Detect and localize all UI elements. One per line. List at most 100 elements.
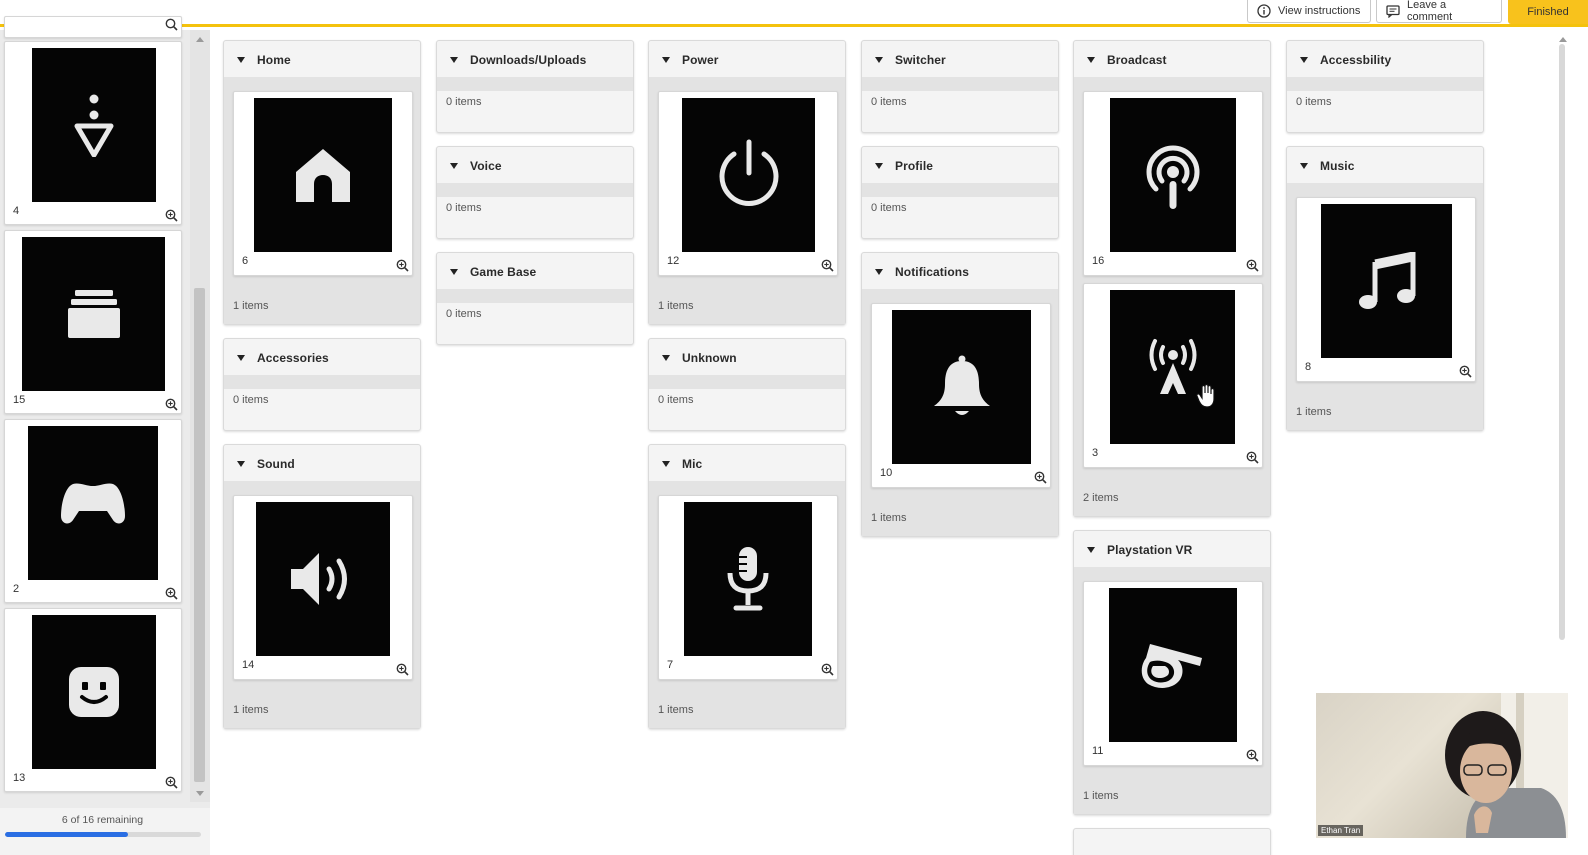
- card-16[interactable]: 16: [1083, 91, 1263, 276]
- collapse-caret-icon[interactable]: [237, 461, 245, 467]
- category-power[interactable]: Power 12 1 items: [648, 40, 846, 325]
- category-header[interactable]: Sound: [224, 445, 420, 481]
- scroll-up-arrow[interactable]: [196, 37, 204, 42]
- category-game-base[interactable]: Game Base 0 items: [436, 252, 634, 345]
- page-scrollbar-thumb[interactable]: [1559, 44, 1565, 640]
- collapse-caret-icon[interactable]: [875, 163, 883, 169]
- category-dropzone[interactable]: [224, 375, 420, 389]
- category-dropzone[interactable]: 10 1 items: [862, 289, 1058, 536]
- category-header[interactable]: Profile: [862, 147, 1058, 183]
- card-14[interactable]: 14: [233, 495, 413, 680]
- card-7[interactable]: 7: [658, 495, 838, 680]
- zoom-icon[interactable]: [165, 209, 178, 222]
- category-dropzone[interactable]: 14 1 items: [224, 481, 420, 728]
- category-voice[interactable]: Voice 0 items: [436, 146, 634, 239]
- collapse-caret-icon[interactable]: [1300, 57, 1308, 63]
- collapse-caret-icon[interactable]: [1087, 547, 1095, 553]
- category-header[interactable]: Accessories: [224, 339, 420, 375]
- collapse-caret-icon[interactable]: [1087, 57, 1095, 63]
- card-3[interactable]: 3: [1083, 283, 1263, 468]
- zoom-icon[interactable]: [165, 587, 178, 600]
- card-8[interactable]: 8: [1296, 197, 1476, 382]
- collapse-caret-icon[interactable]: [450, 269, 458, 275]
- category-dropzone[interactable]: [862, 77, 1058, 91]
- category-music[interactable]: Music 8 1 items: [1286, 146, 1484, 431]
- category-dropzone[interactable]: [649, 375, 845, 389]
- category-header[interactable]: Mic: [649, 445, 845, 481]
- category-header[interactable]: [1074, 829, 1270, 855]
- category-dropzone[interactable]: 7 1 items: [649, 481, 845, 728]
- zoom-icon[interactable]: [1246, 259, 1259, 272]
- zoom-icon[interactable]: [821, 663, 834, 676]
- category-dropzone[interactable]: [1287, 77, 1483, 91]
- category-header[interactable]: Broadcast: [1074, 41, 1270, 77]
- card-10[interactable]: 10: [871, 303, 1051, 488]
- category-header[interactable]: Voice: [437, 147, 633, 183]
- category-accessories[interactable]: Accessories 0 items: [223, 338, 421, 431]
- zoom-icon[interactable]: [396, 259, 409, 272]
- collapse-caret-icon[interactable]: [1300, 163, 1308, 169]
- category-notifications[interactable]: Notifications 10 1 items: [861, 252, 1059, 537]
- scrollbar-thumb[interactable]: [194, 288, 205, 782]
- collapse-caret-icon[interactable]: [237, 355, 245, 361]
- category-dropzone[interactable]: 8 1 items: [1287, 183, 1483, 430]
- category-profile[interactable]: Profile 0 items: [861, 146, 1059, 239]
- zoom-icon[interactable]: [821, 259, 834, 272]
- category-header[interactable]: Accessbility: [1287, 41, 1483, 77]
- category-dropzone[interactable]: [437, 77, 633, 91]
- category-header[interactable]: Notifications: [862, 253, 1058, 289]
- category-header[interactable]: Downloads/Uploads: [437, 41, 633, 77]
- zoom-icon[interactable]: [165, 18, 178, 31]
- category-header[interactable]: Game Base: [437, 253, 633, 289]
- category-dropzone[interactable]: 16 3 2 items: [1074, 77, 1270, 516]
- leave-comment-button[interactable]: Leave a comment: [1376, 0, 1502, 23]
- collapse-caret-icon[interactable]: [662, 57, 670, 63]
- category-accessibility[interactable]: Accessbility 0 items: [1286, 40, 1484, 133]
- category-header[interactable]: Unknown: [649, 339, 845, 375]
- category-playstation-vr[interactable]: Playstation VR 11 1 items: [1073, 530, 1271, 815]
- collapse-caret-icon[interactable]: [450, 163, 458, 169]
- zoom-icon[interactable]: [1459, 365, 1472, 378]
- collapse-caret-icon[interactable]: [237, 57, 245, 63]
- card-15[interactable]: 15: [4, 230, 182, 414]
- category-header[interactable]: Power: [649, 41, 845, 77]
- card-12[interactable]: 12: [658, 91, 838, 276]
- card-4[interactable]: 4: [4, 41, 182, 225]
- category-sound[interactable]: Sound 14 1 items: [223, 444, 421, 729]
- zoom-icon[interactable]: [1246, 451, 1259, 464]
- collapse-caret-icon[interactable]: [875, 269, 883, 275]
- zoom-icon[interactable]: [1246, 749, 1259, 762]
- card-6[interactable]: 6: [233, 91, 413, 276]
- category-mic[interactable]: Mic 7 1 items: [648, 444, 846, 729]
- sidebar-scrollbar[interactable]: [190, 30, 210, 802]
- zoom-icon[interactable]: [165, 398, 178, 411]
- category-dropzone[interactable]: 12 1 items: [649, 77, 845, 324]
- category-dropzone[interactable]: 6 1 items: [224, 77, 420, 324]
- category-dropzone[interactable]: [437, 289, 633, 303]
- category-broadcast[interactable]: Broadcast 16 3 2 items: [1073, 40, 1271, 517]
- card-partial[interactable]: [4, 16, 182, 38]
- zoom-icon[interactable]: [396, 663, 409, 676]
- zoom-icon[interactable]: [165, 776, 178, 789]
- category-home[interactable]: Home 6 1 items: [223, 40, 421, 325]
- category-switcher[interactable]: Switcher 0 items: [861, 40, 1059, 133]
- scroll-down-arrow[interactable]: [196, 791, 204, 796]
- category-header[interactable]: Home: [224, 41, 420, 77]
- collapse-caret-icon[interactable]: [662, 355, 670, 361]
- category-dropzone[interactable]: [862, 183, 1058, 197]
- collapse-caret-icon[interactable]: [450, 57, 458, 63]
- category-dropzone[interactable]: 11 1 items: [1074, 567, 1270, 814]
- zoom-icon[interactable]: [1034, 471, 1047, 484]
- category-unknown[interactable]: Unknown 0 items: [648, 338, 846, 431]
- card-2[interactable]: 2: [4, 419, 182, 603]
- category-header[interactable]: Playstation VR: [1074, 531, 1270, 567]
- card-11[interactable]: 11: [1083, 581, 1263, 766]
- category-header[interactable]: Switcher: [862, 41, 1058, 77]
- category-header[interactable]: Music: [1287, 147, 1483, 183]
- finished-button[interactable]: Finished: [1508, 0, 1588, 24]
- collapse-caret-icon[interactable]: [875, 57, 883, 63]
- view-instructions-button[interactable]: View instructions: [1247, 0, 1371, 23]
- category-dropzone[interactable]: [437, 183, 633, 197]
- category-partial[interactable]: [1073, 828, 1271, 855]
- collapse-caret-icon[interactable]: [662, 461, 670, 467]
